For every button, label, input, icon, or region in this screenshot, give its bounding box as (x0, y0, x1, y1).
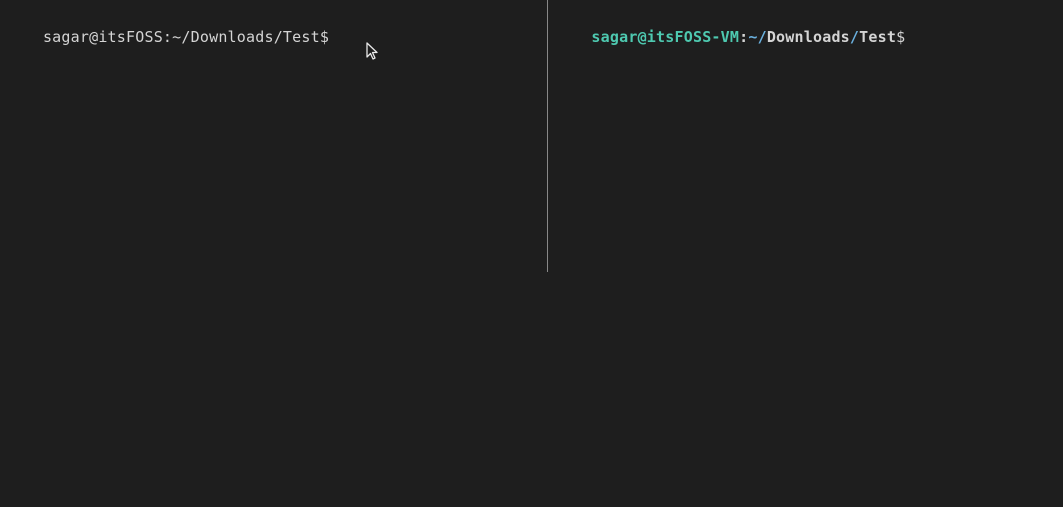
terminal-pane-right[interactable]: sagar@itsFOSS-VM:~/Downloads/Test$ (548, 0, 1063, 507)
dollar-right: $ (896, 28, 905, 46)
terminal-pane-left[interactable]: sagar@itsFOSS:~/Downloads/Test$ (0, 0, 547, 507)
user-host-right: sagar@itsFOSS-VM (591, 28, 739, 46)
tilde-slash-right: ~/ (748, 28, 766, 46)
prompt-text-left: sagar@itsFOSS:~/Downloads/Test$ (43, 28, 329, 46)
prompt-left: sagar@itsFOSS:~/Downloads/Test$ (6, 8, 541, 67)
path-seg1-right: Downloads (767, 28, 850, 46)
slash-right: / (850, 28, 859, 46)
path-seg2-right: Test (859, 28, 896, 46)
prompt-right: sagar@itsFOSS-VM:~/Downloads/Test$ (554, 8, 1057, 67)
colon-right: : (739, 28, 748, 46)
